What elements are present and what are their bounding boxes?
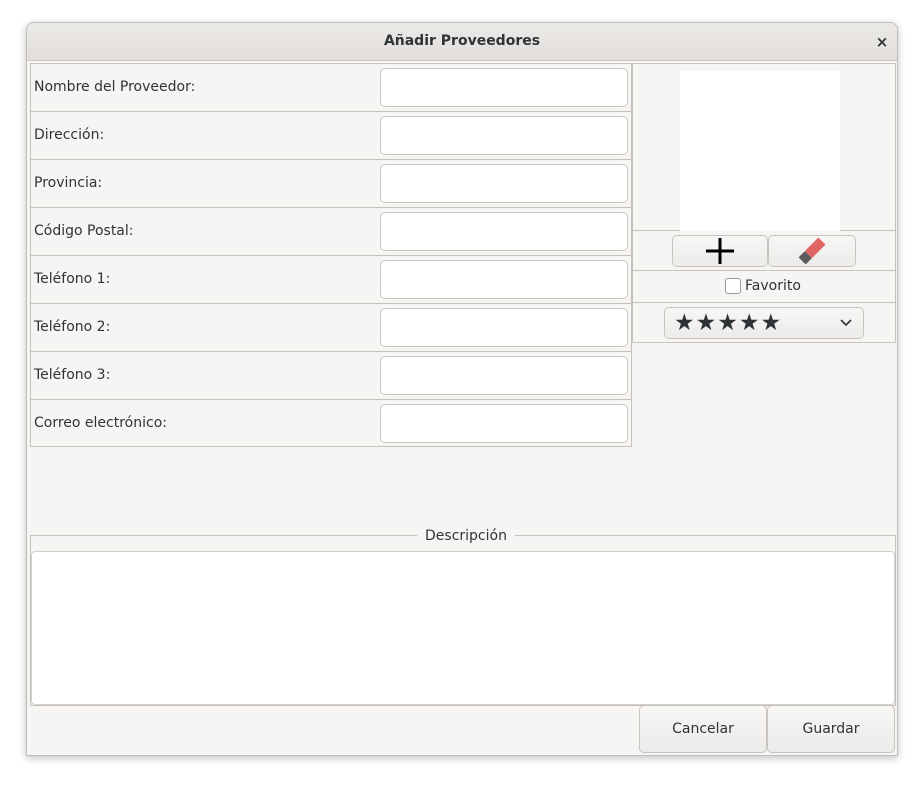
phone-3-input[interactable] (380, 356, 628, 395)
phone-3-label: Teléfono 3: (34, 367, 111, 383)
add-image-button[interactable] (672, 235, 768, 267)
form-row-postal-code: Código Postal: (31, 208, 631, 256)
image-buttons-cell (632, 231, 896, 271)
save-button-label: Guardar (802, 721, 860, 737)
dialog-window: Añadir Proveedores × Nombre del Proveedo… (26, 22, 898, 756)
email-label: Correo electrónico: (34, 415, 167, 431)
rating-dropdown[interactable]: ★★★★★ (664, 307, 864, 339)
form-row-supplier-name: Nombre del Proveedor: (31, 64, 631, 112)
form-row-province: Provincia: (31, 160, 631, 208)
chevron-down-icon (840, 319, 852, 327)
supplier-form: Nombre del Proveedor: Dirección: Provinc… (30, 63, 632, 447)
phone-2-label: Teléfono 2: (34, 319, 111, 335)
favorite-label[interactable]: Favorito (745, 278, 801, 294)
cancel-button[interactable]: Cancelar (639, 705, 767, 753)
eraser-icon (798, 237, 826, 265)
save-button[interactable]: Guardar (767, 705, 895, 753)
province-input[interactable] (380, 164, 628, 203)
favorite-checkbox[interactable] (725, 278, 741, 294)
supplier-image-preview (680, 71, 840, 231)
rating-stars: ★★★★★ (674, 310, 783, 336)
image-panel: Favorito ★★★★★ (632, 63, 896, 343)
description-textarea[interactable] (31, 551, 895, 705)
postal-code-input[interactable] (380, 212, 628, 251)
postal-code-label: Código Postal: (34, 223, 134, 239)
description-frame: Descripción (30, 527, 896, 706)
phone-1-input[interactable] (380, 260, 628, 299)
rating-cell: ★★★★★ (632, 303, 896, 343)
description-legend: Descripción (417, 527, 515, 545)
phone-2-input[interactable] (380, 308, 628, 347)
image-cell (632, 63, 896, 231)
supplier-name-input[interactable] (380, 68, 628, 107)
form-row-phone-1: Teléfono 1: (31, 256, 631, 304)
address-input[interactable] (380, 116, 628, 155)
province-label: Provincia: (34, 175, 103, 191)
clear-image-button[interactable] (768, 235, 856, 267)
favorite-cell: Favorito (632, 271, 896, 303)
plus-icon (706, 238, 734, 264)
close-button[interactable]: × (871, 31, 893, 53)
phone-1-label: Teléfono 1: (34, 271, 111, 287)
cancel-button-label: Cancelar (672, 721, 734, 737)
email-input[interactable] (380, 404, 628, 443)
form-row-email: Correo electrónico: (31, 400, 631, 448)
supplier-name-label: Nombre del Proveedor: (34, 79, 196, 95)
form-row-address: Dirección: (31, 112, 631, 160)
dialog-title: Añadir Proveedores (383, 33, 541, 49)
form-row-phone-2: Teléfono 2: (31, 304, 631, 352)
title-bar: Añadir Proveedores × (27, 23, 897, 61)
address-label: Dirección: (34, 127, 105, 143)
form-row-phone-3: Teléfono 3: (31, 352, 631, 400)
